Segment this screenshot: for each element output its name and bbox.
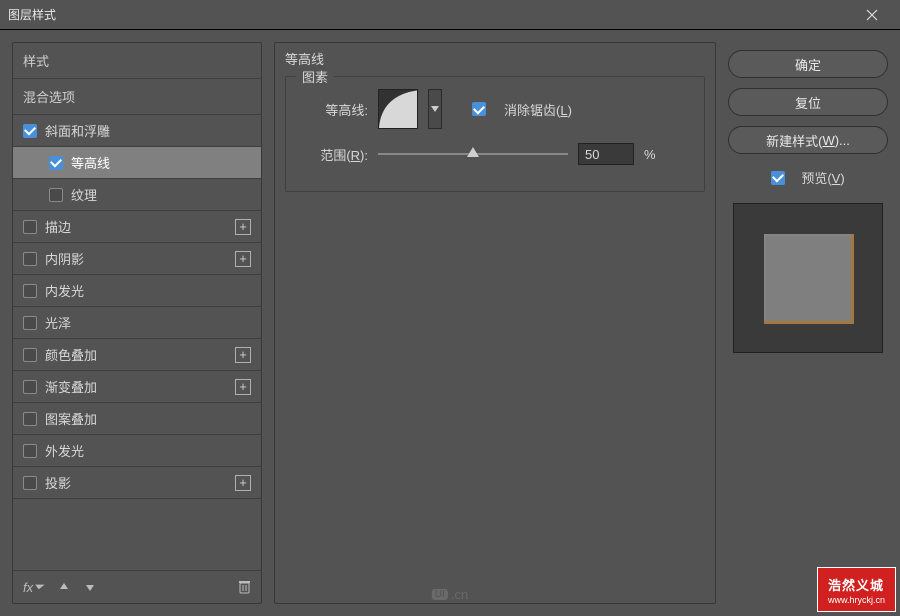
contour-dropdown[interactable] <box>428 89 442 129</box>
preview-label: 预览(V) <box>801 168 844 187</box>
style-checkbox[interactable] <box>23 380 37 394</box>
style-item[interactable]: 纹理 <box>13 179 261 211</box>
style-label: 图案叠加 <box>45 409 251 428</box>
style-label: 颜色叠加 <box>45 345 235 364</box>
section-title: 等高线 <box>275 43 715 74</box>
chevron-down-icon <box>431 106 439 112</box>
antialias-checkbox[interactable] <box>472 102 486 116</box>
watermark: 浩然义城 www.hryckj.cn <box>817 567 896 612</box>
style-label: 斜面和浮雕 <box>45 121 251 140</box>
style-label: 内发光 <box>45 281 251 300</box>
style-item[interactable]: 图案叠加 <box>13 403 261 435</box>
footer-logo: UI.cn <box>432 587 468 602</box>
add-effect-icon[interactable]: + <box>235 219 251 235</box>
contour-label: 等高线: <box>300 100 368 119</box>
new-style-button[interactable]: 新建样式(W)... <box>728 126 888 154</box>
range-input[interactable] <box>578 143 634 165</box>
style-checkbox[interactable] <box>23 444 37 458</box>
range-unit: % <box>644 147 656 162</box>
trash-icon[interactable] <box>238 580 251 594</box>
range-label: 范围(R): <box>300 145 368 164</box>
style-item[interactable]: 颜色叠加+ <box>13 339 261 371</box>
add-effect-icon[interactable]: + <box>235 475 251 491</box>
antialias-label: 消除锯齿(L) <box>504 100 572 119</box>
style-item[interactable]: 光泽 <box>13 307 261 339</box>
move-down-icon[interactable] <box>84 581 96 593</box>
contour-row: 等高线: 消除锯齿(L) <box>300 89 690 129</box>
main-content: 样式 混合选项 斜面和浮雕等高线纹理描边+内阴影+内发光光泽颜色叠加+渐变叠加+… <box>0 30 900 616</box>
ok-button[interactable]: 确定 <box>728 50 888 78</box>
style-item[interactable]: 等高线 <box>13 147 261 179</box>
range-row: 范围(R): % <box>300 143 690 165</box>
style-item[interactable]: 外发光 <box>13 435 261 467</box>
style-checkbox[interactable] <box>23 348 37 362</box>
contour-curve-icon <box>379 90 418 129</box>
actions-panel: 确定 复位 新建样式(W)... 预览(V) <box>728 42 888 604</box>
move-up-icon[interactable] <box>58 581 70 593</box>
preview-checkbox[interactable] <box>771 171 785 185</box>
style-label: 渐变叠加 <box>45 377 235 396</box>
style-item[interactable]: 内阴影+ <box>13 243 261 275</box>
preview-toggle[interactable]: 预览(V) <box>728 168 888 187</box>
element-fieldset: 图素 等高线: 消除锯齿(L) 范围(R): <box>285 76 705 192</box>
close-button[interactable] <box>852 1 892 29</box>
close-icon <box>866 9 878 21</box>
style-label: 投影 <box>45 473 235 492</box>
style-label: 等高线 <box>71 153 251 172</box>
style-label: 外发光 <box>45 441 251 460</box>
contour-preview[interactable] <box>378 89 418 129</box>
fx-menu-icon[interactable]: fx⏷ <box>23 579 44 595</box>
style-item[interactable]: 内发光 <box>13 275 261 307</box>
style-item[interactable]: 渐变叠加+ <box>13 371 261 403</box>
style-checkbox[interactable] <box>49 188 63 202</box>
preview-inner <box>764 234 854 324</box>
slider-thumb[interactable] <box>467 147 479 157</box>
style-checkbox[interactable] <box>23 124 37 138</box>
fieldset-legend: 图素 <box>296 67 334 86</box>
style-checkbox[interactable] <box>23 284 37 298</box>
styles-header[interactable]: 样式 <box>13 43 261 79</box>
add-effect-icon[interactable]: + <box>235 347 251 363</box>
styles-footer: fx⏷ <box>13 570 261 603</box>
style-checkbox[interactable] <box>23 476 37 490</box>
style-label: 光泽 <box>45 313 251 332</box>
add-effect-icon[interactable]: + <box>235 379 251 395</box>
style-item[interactable]: 描边+ <box>13 211 261 243</box>
style-label: 纹理 <box>71 185 251 204</box>
titlebar: 图层样式 <box>0 0 900 30</box>
style-checkbox[interactable] <box>23 412 37 426</box>
style-item[interactable]: 投影+ <box>13 467 261 499</box>
style-checkbox[interactable] <box>49 156 63 170</box>
style-checkbox[interactable] <box>23 316 37 330</box>
blend-options-header[interactable]: 混合选项 <box>13 79 261 115</box>
settings-panel: 等高线 图素 等高线: 消除锯齿(L) <box>274 42 716 604</box>
add-effect-icon[interactable]: + <box>235 251 251 267</box>
style-checkbox[interactable] <box>23 220 37 234</box>
range-slider[interactable] <box>378 153 568 155</box>
reset-button[interactable]: 复位 <box>728 88 888 116</box>
styles-panel: 样式 混合选项 斜面和浮雕等高线纹理描边+内阴影+内发光光泽颜色叠加+渐变叠加+… <box>12 42 262 604</box>
style-label: 描边 <box>45 217 235 236</box>
style-item[interactable]: 斜面和浮雕 <box>13 115 261 147</box>
window-title: 图层样式 <box>8 6 56 23</box>
preview-thumbnail <box>733 203 883 353</box>
style-label: 内阴影 <box>45 249 235 268</box>
style-checkbox[interactable] <box>23 252 37 266</box>
